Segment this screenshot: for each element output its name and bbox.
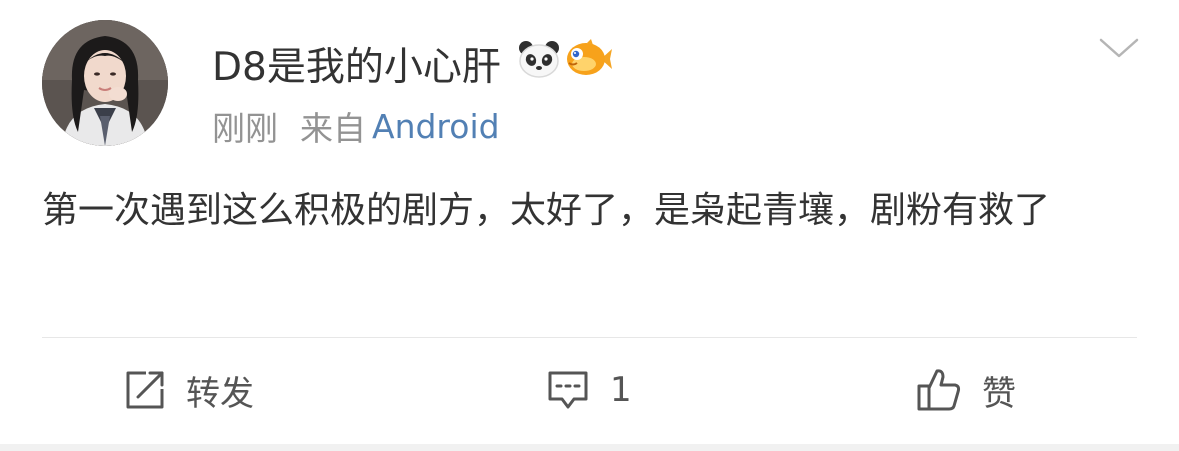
comment-count: 1: [610, 370, 632, 410]
chevron-down-icon[interactable]: [1098, 32, 1140, 64]
author-name-row: D8是我的小心肝: [212, 36, 613, 92]
author-badges: [517, 39, 613, 89]
thumbs-up-icon: [916, 367, 962, 413]
repost-label: 转发: [186, 373, 254, 414]
edit-share-icon: [124, 369, 166, 411]
comment-icon: [546, 369, 590, 411]
comment-button[interactable]: 1: [546, 366, 632, 414]
source-app-link[interactable]: Android: [372, 107, 500, 146]
post-time: 刚刚: [212, 109, 278, 148]
fish-badge-icon: [565, 39, 613, 89]
source-label: 来自: [300, 109, 366, 148]
like-button[interactable]: 赞: [916, 366, 1016, 414]
panda-badge-icon: [517, 39, 561, 89]
action-bar: 转发 1 赞: [0, 338, 1179, 442]
weibo-post-card: D8是我的小心肝 刚刚 来自 Android 第一次遇到这么积极的剧方，太好了，…: [0, 0, 1179, 444]
post-text: 第一次遇到这么积极的剧方，太好了，是枭起青壤，剧粉有救了: [42, 190, 1051, 231]
author-name[interactable]: D8是我的小心肝: [212, 36, 501, 92]
feed-separator: [0, 444, 1179, 451]
post-meta: 刚刚 来自 Android: [212, 104, 500, 149]
like-label: 赞: [982, 373, 1016, 414]
repost-button[interactable]: 转发: [124, 366, 254, 414]
avatar[interactable]: [42, 20, 168, 146]
